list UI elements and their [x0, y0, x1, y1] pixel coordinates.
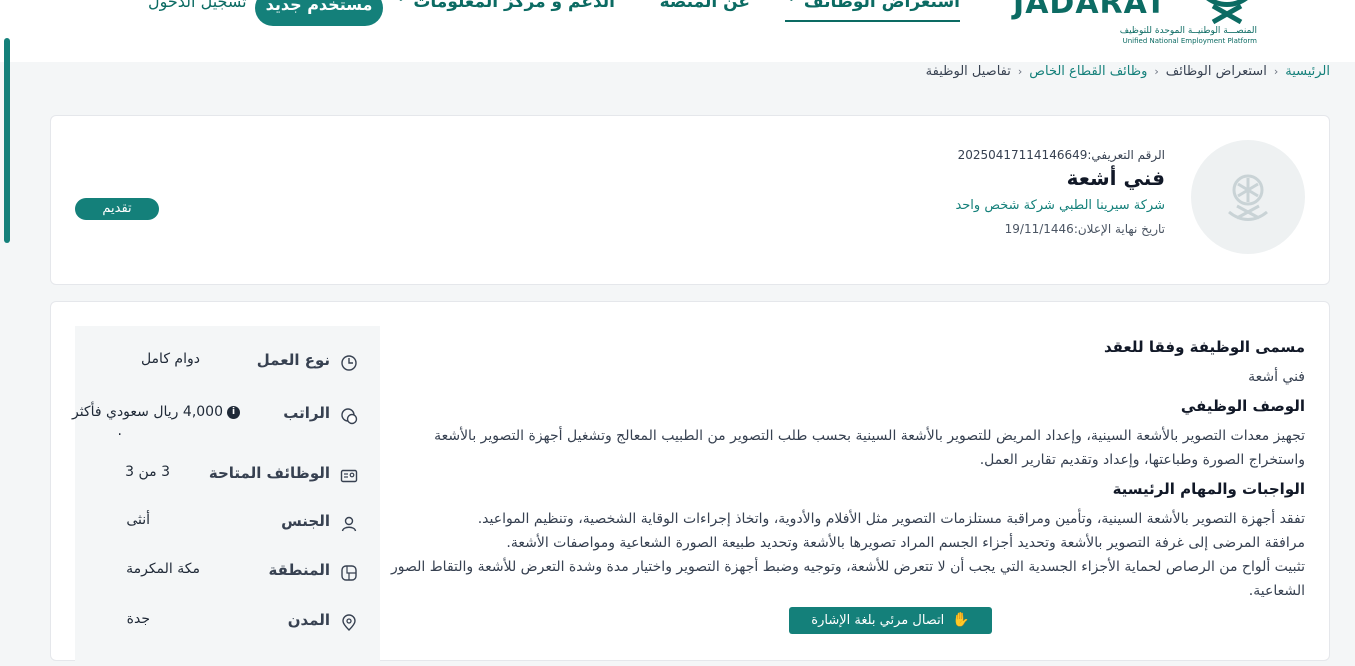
- detail-label: المدن: [287, 611, 330, 629]
- emblem-placeholder-icon: [1228, 174, 1268, 221]
- jadarat-logo[interactable]: JADARAT المنصـــة الوطنيــة الموحدة للتو…: [1013, 0, 1257, 50]
- duty-item: تثبيت ألواح من الرصاص لحماية الأجزاء الج…: [391, 559, 1305, 599]
- breadcrumb-current: تفاصيل الوظيفة: [925, 64, 1011, 79]
- logo-wordmark: JADARAT: [1013, 0, 1167, 21]
- detail-value: أنثى: [126, 512, 150, 528]
- detail-value: جدة: [126, 611, 150, 627]
- logo-english-tagline: Unified National Employment Platform: [1122, 37, 1257, 45]
- apply-button[interactable]: تقديم: [75, 198, 159, 220]
- duty-item: مرافقة المرضى إلى غرفة التصوير بالأشعة و…: [506, 535, 1305, 551]
- sign-language-label: اتصال مرئي بلغة الإشارة: [811, 613, 945, 628]
- sign-language-hand-icon: ✋: [952, 612, 970, 628]
- detail-value: i 4,000 ريال سعودي فأكثر: [72, 404, 240, 420]
- deadline-date: تاريخ نهاية الإعلان:19/11/1446: [1004, 222, 1165, 236]
- breadcrumb-private-sector[interactable]: وظائف القطاع الخاص: [1029, 64, 1147, 79]
- company-logo: [1191, 140, 1305, 254]
- logo-arabic-tagline: المنصـــة الوطنيــة الموحدة للتوظيف: [1119, 26, 1257, 36]
- job-reference-number: الرقم التعريفي:20250417114146649: [957, 148, 1165, 162]
- salary-value: 4,000 ريال سعودي فأكثر: [71, 404, 223, 420]
- duties-heading: الواجبات والمهام الرئيسية: [1112, 480, 1305, 498]
- breadcrumb: الرئيسية ‹ استعراض الوظائف ‹ وظائف القطاع ال…: [926, 64, 1330, 79]
- job-summary-card: الرقم التعريفي:20250417114146649 فني أشع…: [50, 115, 1330, 285]
- site-header: JADARAT المنصـــة الوطنيــة الموحدة للتو…: [0, 0, 1355, 62]
- job-title: فني أشعة: [1066, 166, 1165, 190]
- job-attributes-panel: نوع العمل دوام كامل الراتب i 4,000 ريال س…: [72, 326, 380, 666]
- gender-icon: [341, 516, 357, 532]
- detail-label: المنطقة: [268, 561, 330, 579]
- detail-row-cities: المدن جدة: [75, 608, 380, 638]
- chevron-down-icon: ﹀: [394, 0, 408, 11]
- value-overflow-dot: .: [117, 423, 122, 439]
- job-description: مسمى الوظيفة وفقا للعقد فني أشعة الوصف ا…: [385, 338, 1305, 603]
- breadcrumb-home[interactable]: الرئيسية: [1285, 64, 1330, 79]
- detail-label: نوع العمل: [256, 351, 330, 369]
- location-pin-icon: [342, 614, 356, 631]
- detail-value: 3 من 3: [125, 464, 170, 480]
- detail-row-gender: الجنس أنثى: [75, 509, 380, 539]
- detail-row-available-jobs: الوظائف المتاحة 3 من 3: [75, 461, 380, 491]
- detail-value: مكة المكرمة: [126, 561, 200, 577]
- login-link[interactable]: تسجيل الدخول: [148, 0, 247, 11]
- detail-label: الجنس: [281, 512, 330, 530]
- detail-label: الراتب: [283, 404, 330, 422]
- clock-icon: [341, 355, 357, 371]
- breadcrumb-separator: ‹: [1017, 65, 1023, 78]
- money-icon: [341, 408, 358, 425]
- contract-title-text: فني أشعة: [1248, 369, 1305, 385]
- detail-row-salary: الراتب i 4,000 ريال سعودي فأكثر .: [72, 401, 380, 439]
- register-button[interactable]: مستخدم جديد: [255, 0, 383, 26]
- nav-about[interactable]: عن المنصة: [660, 0, 750, 12]
- region-icon: [341, 565, 357, 581]
- duty-item: تفقد أجهزة التصوير بالأشعة السينية، وتأم…: [477, 511, 1305, 527]
- nav-browse-jobs[interactable]: استعراض الوظائف﹀: [784, 0, 960, 22]
- detail-row-work-type: نوع العمل دوام كامل: [75, 348, 380, 378]
- logo-emblem-icon: [1206, 0, 1248, 25]
- job-info: الرقم التعريفي:20250417114146649 فني أشع…: [955, 148, 1165, 236]
- sign-language-video-call-button[interactable]: ✋ اتصال مرئي بلغة الإشارة: [789, 607, 992, 634]
- detail-label: الوظائف المتاحة: [208, 464, 330, 482]
- job-description-heading: الوصف الوظيفي: [1180, 397, 1305, 415]
- nav-support[interactable]: الدعم و مركز المعلومات﹀: [394, 0, 615, 12]
- detail-value: دوام كامل: [140, 351, 200, 367]
- breadcrumb-separator: ‹: [1273, 65, 1279, 78]
- company-name-link[interactable]: شركة سيرينا الطبي شركة شخص واحد: [955, 198, 1165, 213]
- job-details-card: نوع العمل دوام كامل الراتب i 4,000 ريال س…: [50, 301, 1330, 666]
- job-description-text: تجهيز معدات التصوير بالأشعة السينية، وإع…: [434, 428, 1305, 468]
- breadcrumb-separator: ‹: [1154, 65, 1159, 78]
- detail-row-region: المنطقة مكة المكرمة: [75, 558, 380, 588]
- id-card-icon: [340, 469, 358, 483]
- info-icon[interactable]: i: [227, 406, 240, 419]
- scrollbar-thumb[interactable]: [4, 38, 10, 243]
- chevron-down-icon: ﹀: [784, 0, 798, 11]
- breadcrumb-browse-jobs: استعراض الوظائف: [1165, 64, 1267, 79]
- contract-title-heading: مسمى الوظيفة وفقا للعقد: [1103, 338, 1305, 356]
